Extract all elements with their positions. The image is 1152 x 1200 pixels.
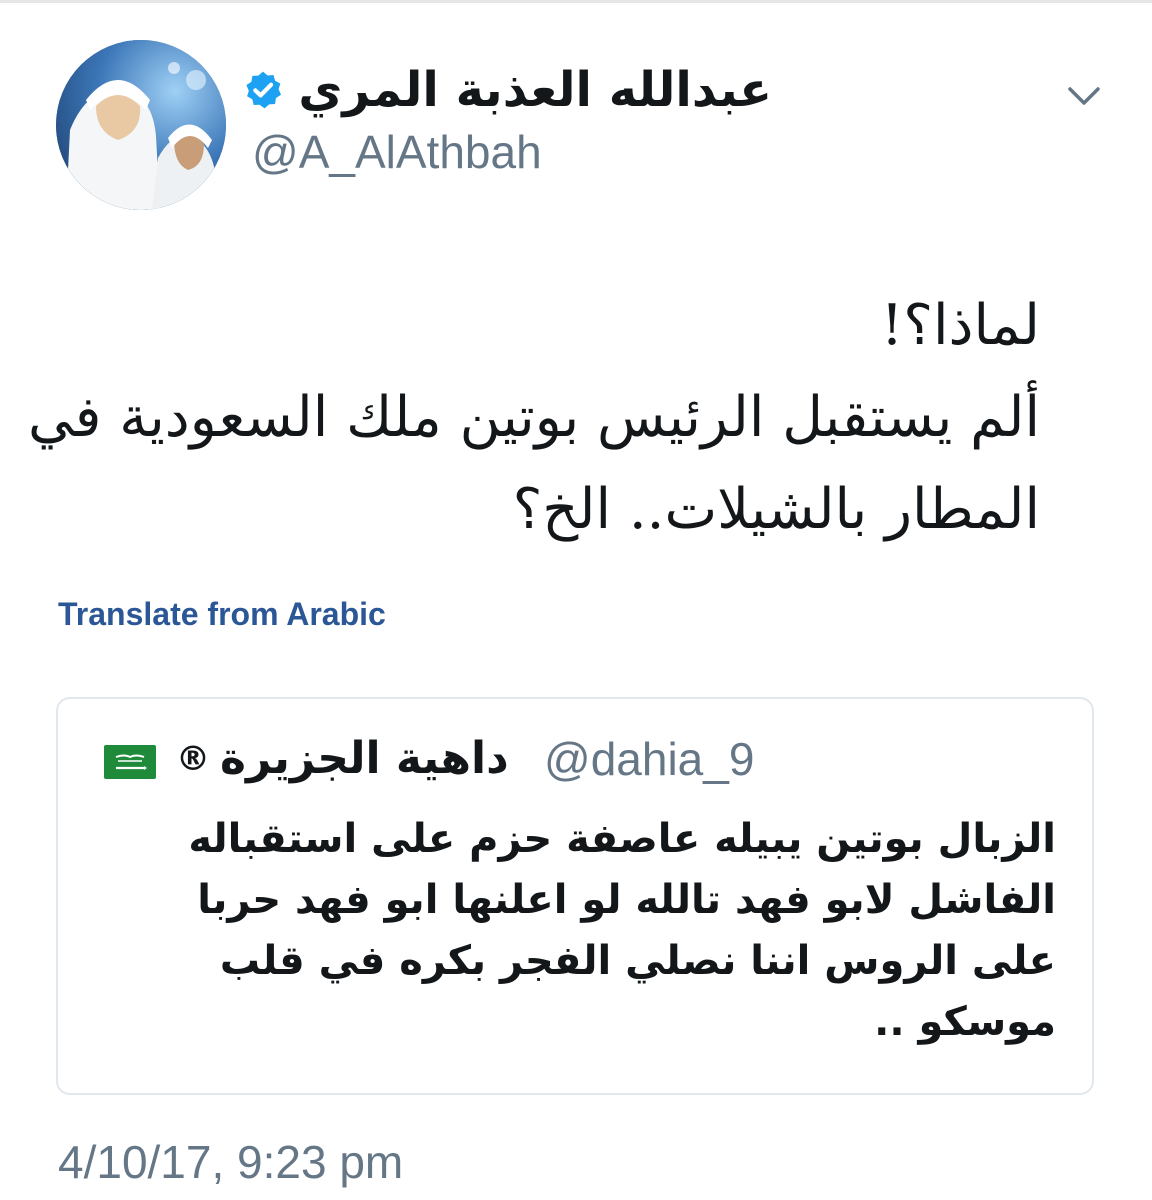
registered-mark: ® bbox=[176, 739, 210, 779]
top-divider bbox=[0, 0, 1152, 3]
verified-badge-icon bbox=[246, 71, 282, 109]
tweet-body: لماذا؟! ألم يستقبل الرئيس بوتين ملك السع… bbox=[27, 280, 1040, 556]
tweet-text-line: ألم يستقبل الرئيس بوتين ملك السعودية في bbox=[27, 385, 1040, 450]
quoted-author-handle[interactable]: @dahia_9 bbox=[544, 731, 754, 787]
translate-link[interactable]: Translate from Arabic bbox=[58, 594, 386, 634]
tweet-timestamp[interactable]: 4/10/17, 9:23 pm bbox=[58, 1134, 403, 1190]
quoted-text-line: على الروس اننا نصلي الفجر بكره في قلب bbox=[219, 938, 1056, 984]
quoted-tweet-header: ® داهية الجزيرة @dahia_9 bbox=[104, 727, 824, 793]
quoted-text-line: موسكو .. bbox=[874, 999, 1056, 1045]
tweet-header: عبدالله العذبة المري @A_AlAthbah bbox=[246, 58, 772, 188]
quoted-tweet-body: الزبال بوتين يبيله عاصفة حزم على استقبال… bbox=[98, 809, 1056, 1053]
chevron-down-icon[interactable] bbox=[1062, 74, 1106, 118]
author-name-row[interactable]: عبدالله العذبة المري bbox=[242, 58, 772, 122]
quoted-author-display-name[interactable]: داهية الجزيرة bbox=[220, 729, 509, 789]
author-display-name[interactable]: عبدالله العذبة المري bbox=[298, 58, 772, 122]
tweet-text-line: المطار بالشيلات.. الخ؟ bbox=[512, 477, 1040, 542]
avatar-photo bbox=[56, 40, 226, 210]
quoted-text-line: الزبال بوتين يبيله عاصفة حزم على استقبال… bbox=[188, 816, 1056, 862]
tweet-text-line: لماذا؟! bbox=[880, 293, 1040, 358]
quoted-text-line: الفاشل لابو فهد تالله لو اعلنها ابو فهد … bbox=[197, 877, 1056, 923]
author-handle[interactable]: @A_AlAthbah bbox=[252, 124, 542, 180]
saudi-flag-icon bbox=[104, 745, 156, 779]
quoted-tweet-card[interactable]: ® داهية الجزيرة @dahia_9 الزبال بوتين يب… bbox=[56, 697, 1094, 1095]
avatar[interactable] bbox=[56, 40, 226, 210]
